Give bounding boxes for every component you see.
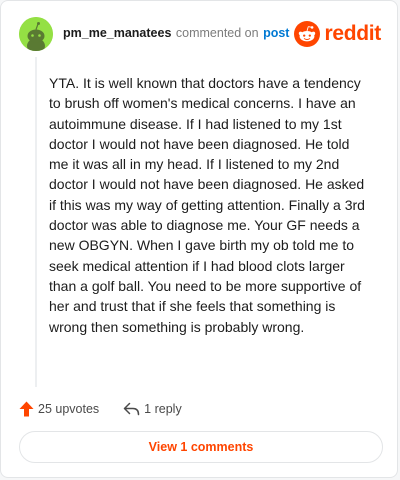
reply-button[interactable]: 1 reply (123, 402, 182, 416)
reddit-wordmark: reddit (324, 22, 381, 45)
post-link[interactable]: post (263, 26, 289, 40)
comment-action-text: commented on (175, 26, 259, 40)
upvote-count: 25 upvotes (38, 402, 100, 416)
author-username[interactable]: pm_me_manatees (63, 26, 171, 40)
comment-meta: pm_me_manatees commented on post (63, 26, 289, 40)
snoo-avatar-icon (19, 17, 53, 51)
reddit-snoo-icon (294, 21, 321, 47)
view-comments-button[interactable]: View 1 comments (19, 431, 383, 463)
upvote-arrow-icon (19, 401, 34, 417)
reply-count: 1 reply (144, 402, 182, 416)
avatar[interactable] (19, 17, 53, 51)
thread-line (35, 57, 37, 387)
comment-card: pm_me_manatees commented on post reddit … (0, 0, 398, 478)
comment-actions: 25 upvotes 1 reply (19, 399, 182, 419)
comment-body: YTA. It is well known that doctors have … (49, 75, 365, 335)
upvote-button[interactable]: 25 upvotes (19, 401, 99, 417)
reddit-logo[interactable]: reddit (294, 20, 381, 48)
reply-arrow-icon (123, 402, 140, 416)
comment-header: pm_me_manatees commented on post reddit (19, 17, 381, 51)
